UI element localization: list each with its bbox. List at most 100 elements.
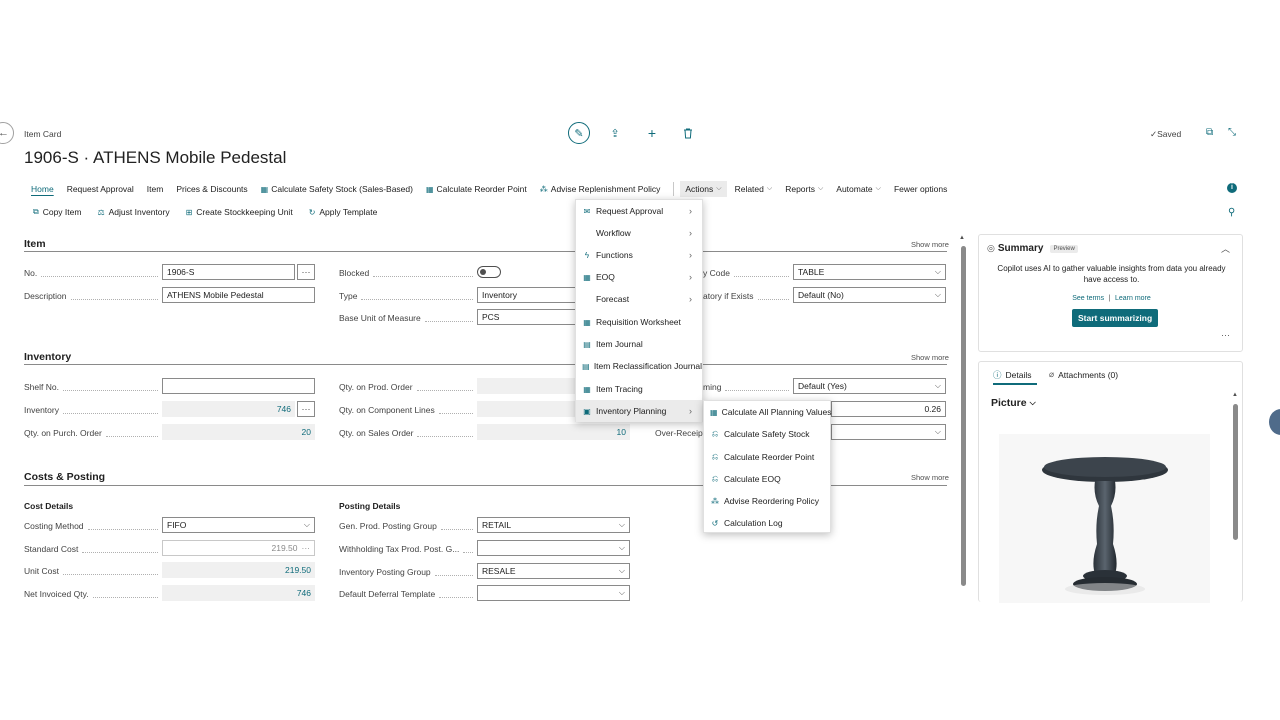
factbox-scroll-up-icon[interactable]: ▲	[1232, 392, 1238, 400]
collapse-summary-button[interactable]: ︿	[1221, 242, 1230, 255]
menu-item-item-tracing[interactable]: ▦ Item Tracing	[576, 378, 702, 400]
gen-prod-label: Gen. Prod. Posting Group	[339, 521, 473, 531]
nav-reports[interactable]: Reports ⌵	[785, 184, 823, 194]
unit-volume-field[interactable]: 0.26	[831, 401, 946, 417]
show-more-costs[interactable]: Show more	[911, 473, 949, 482]
nav-fewer-options[interactable]: Fewer options	[894, 184, 947, 194]
submenu-calc-all-planning[interactable]: ▦ Calculate All Planning Values	[704, 401, 832, 423]
item-picture[interactable]	[999, 434, 1210, 603]
show-more-item[interactable]: Show more	[911, 240, 949, 249]
create-sku-button[interactable]: ⊞ Create Stockkeeping Unit	[186, 207, 293, 217]
no-field[interactable]: 1906-S	[162, 264, 295, 280]
qty-comp-value[interactable]	[477, 401, 577, 417]
menu-item-functions[interactable]: ϟ Functions ›	[576, 244, 702, 266]
submenu-calc-safety-stock[interactable]: ⎌ Calculate Safety Stock	[704, 423, 830, 445]
qty-sales-label: Qty. on Sales Order	[339, 428, 473, 438]
type-field[interactable]: Inventory	[477, 287, 577, 303]
submenu-calc-eoq[interactable]: ⎌ Calculate EOQ	[704, 468, 830, 490]
inv-posting-field[interactable]: RESALE ⌵	[477, 563, 630, 579]
delete-button[interactable]	[677, 122, 699, 144]
description-field[interactable]: ATHENS Mobile Pedestal	[162, 287, 315, 303]
start-summarizing-button[interactable]: Start summarizing	[1072, 309, 1159, 327]
submenu-advise-reordering[interactable]: ⁂ Advise Reordering Policy	[704, 490, 830, 512]
adjust-inventory-button[interactable]: ⚖ Adjust Inventory	[97, 207, 169, 217]
copilot-icon: ◎	[987, 243, 995, 253]
blocked-toggle[interactable]	[477, 266, 501, 278]
nav-calc-safety-stock[interactable]: ▦ Calculate Safety Stock (Sales-Based)	[261, 184, 413, 194]
tab-details[interactable]: ⓘ Details	[993, 369, 1032, 381]
tab-home[interactable]: Home	[31, 184, 54, 194]
share-button[interactable]: ⇪	[604, 122, 626, 144]
nav-automate[interactable]: Automate ⌵	[836, 184, 881, 194]
advise-icon: ⁂	[539, 184, 548, 194]
menu-item-item-journal[interactable]: ▤ Item Journal	[576, 333, 702, 355]
submenu-calculation-log[interactable]: ↺ Calculation Log	[704, 512, 830, 534]
standard-cost-field[interactable]: 219.50 ···	[162, 540, 315, 556]
chevron-down-icon: ⌵	[875, 185, 881, 192]
inventory-assist-button[interactable]: ···	[297, 401, 315, 417]
nav-prices-discounts[interactable]: Prices & Discounts	[176, 184, 247, 194]
info-icon[interactable]: i	[1227, 183, 1237, 193]
nav-actions[interactable]: Actions ⌵	[680, 181, 727, 197]
summary-more-button[interactable]: ···	[1221, 330, 1230, 340]
submenu-calc-reorder-point[interactable]: ⎌ Calculate Reorder Point	[704, 446, 830, 468]
menu-item-requisition-worksheet[interactable]: ▦ Requisition Worksheet	[576, 311, 702, 333]
main-scrollbar[interactable]	[961, 246, 966, 586]
back-button[interactable]: ←	[0, 122, 14, 144]
over-receipt-field[interactable]: ⌵	[831, 424, 946, 440]
nav-calc-reorder-point[interactable]: ▦ Calculate Reorder Point	[426, 184, 527, 194]
nav-request-approval[interactable]: Request Approval	[67, 184, 134, 194]
side-panel-handle[interactable]	[1269, 409, 1280, 435]
withholding-field[interactable]: ⌵	[477, 540, 630, 556]
unit-cost-value[interactable]: 219.50	[162, 562, 315, 578]
nav-advise-replenishment[interactable]: ⁂ Advise Replenishment Policy	[540, 184, 661, 194]
nav-related[interactable]: Related ⌵	[735, 184, 773, 194]
menu-item-inventory-planning[interactable]: ▣ Inventory Planning ›	[576, 400, 702, 422]
nav-separator	[673, 182, 675, 196]
costing-method-field[interactable]: FIFO ⌵	[162, 517, 315, 533]
qty-purch-value[interactable]: 20	[162, 424, 315, 440]
nav-item[interactable]: Item	[147, 184, 164, 194]
menu-item-forecast[interactable]: Forecast ›	[576, 288, 702, 310]
mandatory-field[interactable]: Default (No) ⌵	[793, 287, 946, 303]
collapse-button[interactable]: ⤡	[1228, 127, 1236, 138]
qty-sales-value[interactable]: 10	[477, 424, 630, 440]
sku-icon: ⊞	[185, 207, 193, 217]
qty-prod-label: Qty. on Prod. Order	[339, 382, 473, 392]
saved-status: ✓Saved	[1150, 129, 1182, 139]
edit-button[interactable]: ✎	[568, 122, 590, 144]
learn-more-link[interactable]: Learn more	[1115, 295, 1151, 302]
stockout-warning-field[interactable]: Default (Yes) ⌵	[793, 378, 946, 394]
journal-icon: ▤	[582, 361, 590, 371]
open-new-window-icon: ⧉	[1206, 127, 1214, 138]
menu-item-reclass-journal[interactable]: ▤ Item Reclassification Journal	[576, 355, 702, 377]
pin-icon[interactable]: ⚲	[1228, 207, 1235, 218]
scroll-up-icon[interactable]: ▲	[959, 235, 965, 241]
item-category-code-field[interactable]: TABLE ⌵	[793, 264, 946, 280]
picture-heading[interactable]: Picture ⌵	[991, 397, 1036, 409]
inventory-value[interactable]: 746	[162, 401, 295, 417]
copy-item-button[interactable]: ⧉ Copy Item	[33, 207, 81, 217]
see-terms-link[interactable]: See terms	[1072, 295, 1104, 302]
qty-prod-value[interactable]	[477, 378, 577, 394]
chevron-right-icon: ›	[689, 406, 692, 416]
gen-prod-field[interactable]: RETAIL ⌵	[477, 517, 630, 533]
apply-template-button[interactable]: ↻ Apply Template	[309, 207, 378, 217]
open-new-window-button[interactable]: ⧉	[1206, 127, 1213, 138]
menu-item-request-approval[interactable]: ✉ Request Approval ›	[576, 200, 702, 222]
menu-item-eoq[interactable]: ▦ EOQ ›	[576, 266, 702, 288]
deferral-field[interactable]: ⌵	[477, 585, 630, 601]
no-assist-button[interactable]: ···	[297, 264, 315, 280]
net-invoiced-value[interactable]: 746	[162, 585, 315, 601]
chevron-down-icon: ⌵	[618, 588, 625, 597]
shelf-no-field[interactable]	[162, 378, 315, 394]
tab-attachments[interactable]: ⌀ Attachments (0)	[1049, 369, 1118, 380]
new-button[interactable]: +	[641, 122, 663, 144]
section-title-inventory: Inventory	[24, 351, 72, 363]
factbox-scrollbar[interactable]	[1233, 404, 1238, 540]
base-uom-field[interactable]: PCS	[477, 309, 577, 325]
blocked-label: Blocked	[339, 268, 473, 278]
menu-item-workflow[interactable]: Workflow ›	[576, 222, 702, 244]
show-more-inventory[interactable]: Show more	[911, 353, 949, 362]
item-category-code-label: y Code	[703, 268, 789, 278]
